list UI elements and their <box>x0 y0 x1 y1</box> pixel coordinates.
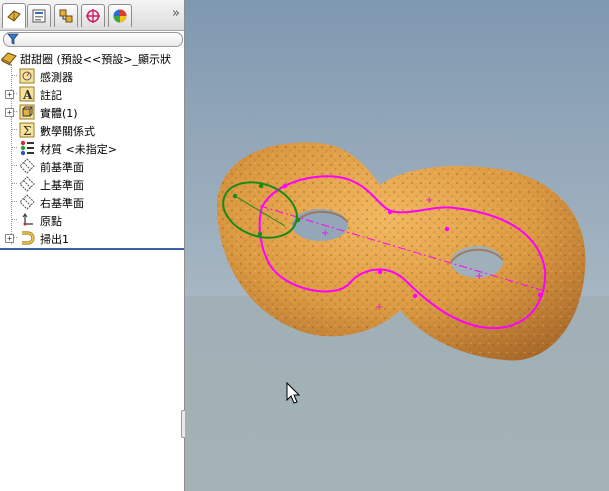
plane-icon <box>19 158 35 174</box>
plane-icon <box>19 176 35 192</box>
tree-item-right-plane[interactable]: 右基準面 <box>0 193 184 211</box>
tree-item-label: 材質 <未指定> <box>40 143 117 156</box>
donut-body <box>216 142 586 361</box>
equations-icon: Σ <box>19 122 35 138</box>
origin-icon <box>22 213 33 226</box>
featuremanager-icon <box>7 10 21 22</box>
solid-bodies-icon <box>19 104 35 120</box>
propertymanager-icon <box>32 9 46 23</box>
graphics-viewport[interactable]: + + + + <box>185 0 609 491</box>
svg-text:+: + <box>475 271 483 282</box>
svg-text:+: + <box>425 195 433 206</box>
tree-item-origin[interactable]: 原點 <box>0 211 184 229</box>
svg-text:Σ: Σ <box>23 124 31 138</box>
tree-root-label: 甜甜圈 (預設<<預設>_顯示狀 <box>20 53 171 66</box>
propertymanager-tab[interactable] <box>27 4 51 27</box>
expand-toggle[interactable]: + <box>5 108 14 117</box>
tree-item-label: 原點 <box>40 215 62 228</box>
sensor-icon <box>19 68 35 84</box>
tree-item-sweep1[interactable]: + 掃出1 <box>0 229 184 247</box>
tree-item-equations[interactable]: Σ 數學關係式 <box>0 121 184 139</box>
tree-item-top-plane[interactable]: 上基準面 <box>0 175 184 193</box>
tree-filter-bar[interactable] <box>3 32 183 47</box>
tree-item-label: 實體(1) <box>40 107 78 120</box>
display-pie-icon <box>113 9 127 23</box>
tree-root-part[interactable]: 甜甜圈 (預設<<預設>_顯示狀 <box>0 49 184 67</box>
svg-text:+: + <box>321 228 329 239</box>
tree-item-label: 註記 <box>40 89 62 102</box>
tree-item-label: 數學關係式 <box>40 125 95 138</box>
expand-toggle[interactable]: + <box>5 90 14 99</box>
annotations-icon: A <box>19 86 35 102</box>
expand-toggle[interactable]: + <box>5 234 14 243</box>
tree-item-label: 上基準面 <box>40 179 84 192</box>
figure-eight-donut-model[interactable]: + + + + <box>185 0 609 491</box>
featuremanager-tab[interactable] <box>2 3 26 28</box>
donut-hole-left <box>292 209 348 241</box>
manager-tab-bar: » <box>0 0 184 31</box>
plane-icon <box>19 194 35 210</box>
mouse-pointer-icon <box>286 381 301 404</box>
tree-item-material[interactable]: 材質 <未指定> <box>0 139 184 157</box>
tree-item-label: 感測器 <box>40 71 73 84</box>
sweep-icon <box>22 231 35 245</box>
dimxpert-icon <box>86 9 100 23</box>
tree-item-sensors[interactable]: 感測器 <box>0 67 184 85</box>
svg-text:A: A <box>22 88 33 102</box>
configurationmanager-tab[interactable] <box>54 4 78 27</box>
material-icon <box>20 140 34 156</box>
dimxpert-tab[interactable] <box>81 4 105 27</box>
tree-item-solid-bodies[interactable]: + 實體(1) <box>0 103 184 121</box>
more-tabs-chevron-icon[interactable]: » <box>172 6 180 21</box>
tree-item-annotations[interactable]: + A 註記 <box>0 85 184 103</box>
tree-item-label: 右基準面 <box>40 197 84 210</box>
tree-bottom-separator <box>0 248 184 250</box>
feature-manager-panel: » 甜甜圈 (預設<<預設>_顯示狀 感測器 + A 註記 + 實體(1) Σ … <box>0 0 191 491</box>
tree-item-label: 前基準面 <box>40 161 84 174</box>
part-icon <box>1 52 17 66</box>
display-tab[interactable] <box>108 4 132 27</box>
tree-item-label: 掃出1 <box>40 233 69 246</box>
configurationmanager-icon <box>59 9 73 23</box>
funnel-icon[interactable] <box>7 33 19 45</box>
tree-item-front-plane[interactable]: 前基準面 <box>0 157 184 175</box>
svg-text:+: + <box>375 302 383 313</box>
